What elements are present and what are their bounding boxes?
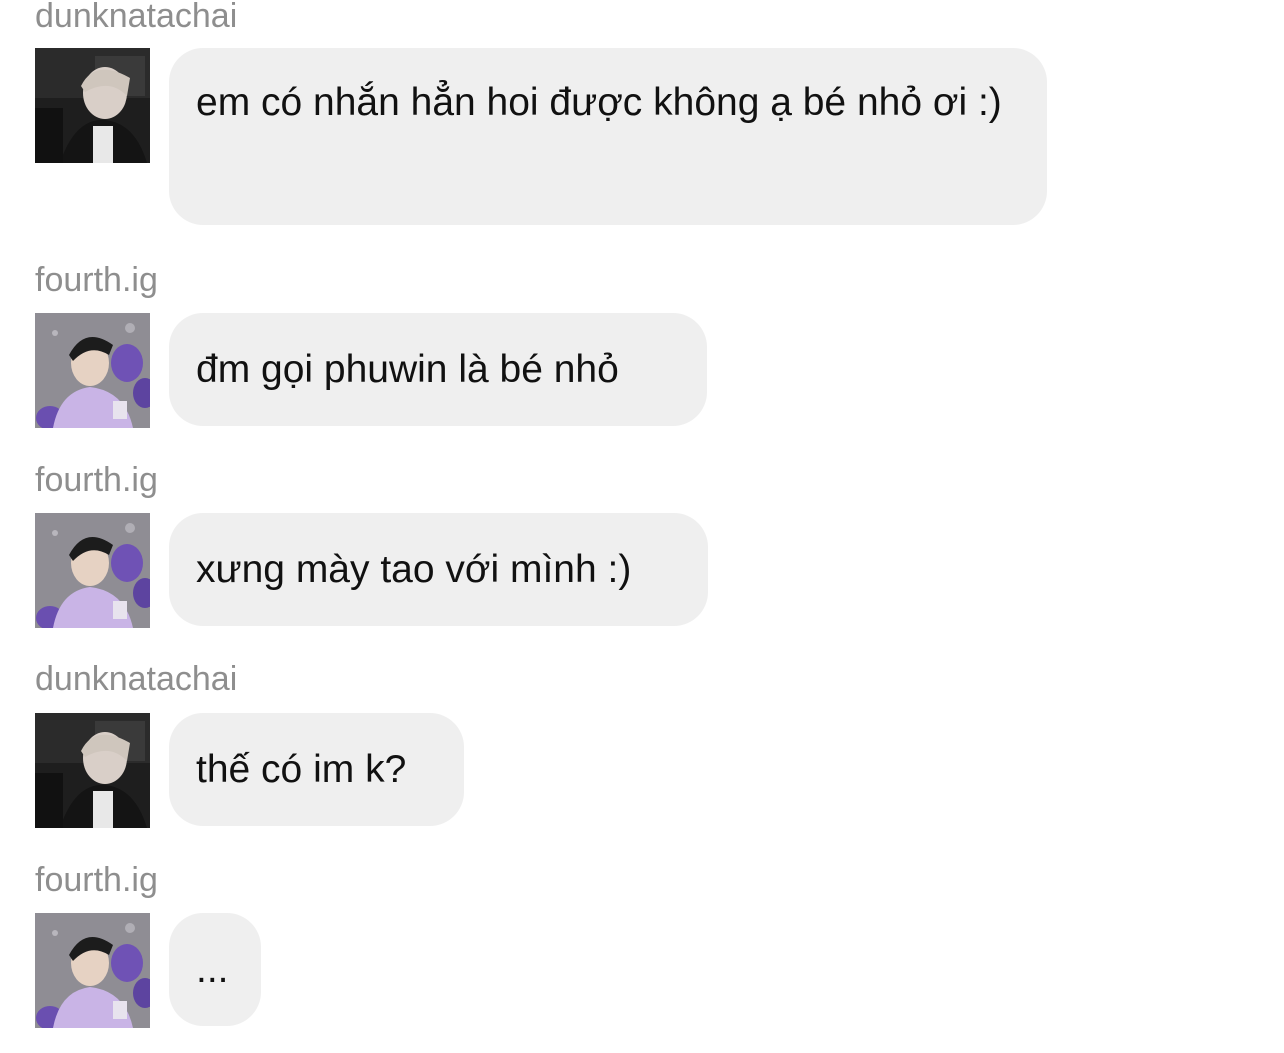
sender-username[interactable]: fourth.ig bbox=[35, 260, 158, 300]
avatar[interactable] bbox=[35, 48, 150, 163]
sender-username[interactable]: dunknatachai bbox=[35, 0, 237, 36]
avatar[interactable] bbox=[35, 513, 150, 628]
message-bubble[interactable]: xưng mày tao với mình :) bbox=[169, 513, 708, 626]
message-thread: dunknatachai em có nhắn hẳn hoi được khô… bbox=[0, 0, 1284, 1053]
sender-username[interactable]: fourth.ig bbox=[35, 860, 158, 900]
message-text: em có nhắn hẳn hoi được không ạ bé nhỏ ơ… bbox=[196, 81, 1002, 124]
avatar[interactable] bbox=[35, 913, 150, 1028]
message-text: đm gọi phuwin là bé nhỏ bbox=[196, 347, 619, 391]
sender-username[interactable]: dunknatachai bbox=[35, 659, 237, 699]
avatar[interactable] bbox=[35, 313, 150, 428]
message-bubble[interactable]: ... bbox=[169, 913, 261, 1026]
message-bubble[interactable]: thế có im k? bbox=[169, 713, 464, 826]
message-text: ... bbox=[196, 947, 229, 991]
avatar[interactable] bbox=[35, 713, 150, 828]
sender-username[interactable]: fourth.ig bbox=[35, 460, 158, 500]
message-text: xưng mày tao với mình :) bbox=[196, 547, 632, 591]
message-bubble[interactable]: em có nhắn hẳn hoi được không ạ bé nhỏ ơ… bbox=[169, 48, 1047, 225]
message-bubble[interactable]: đm gọi phuwin là bé nhỏ bbox=[169, 313, 707, 426]
message-text: thế có im k? bbox=[196, 747, 407, 791]
